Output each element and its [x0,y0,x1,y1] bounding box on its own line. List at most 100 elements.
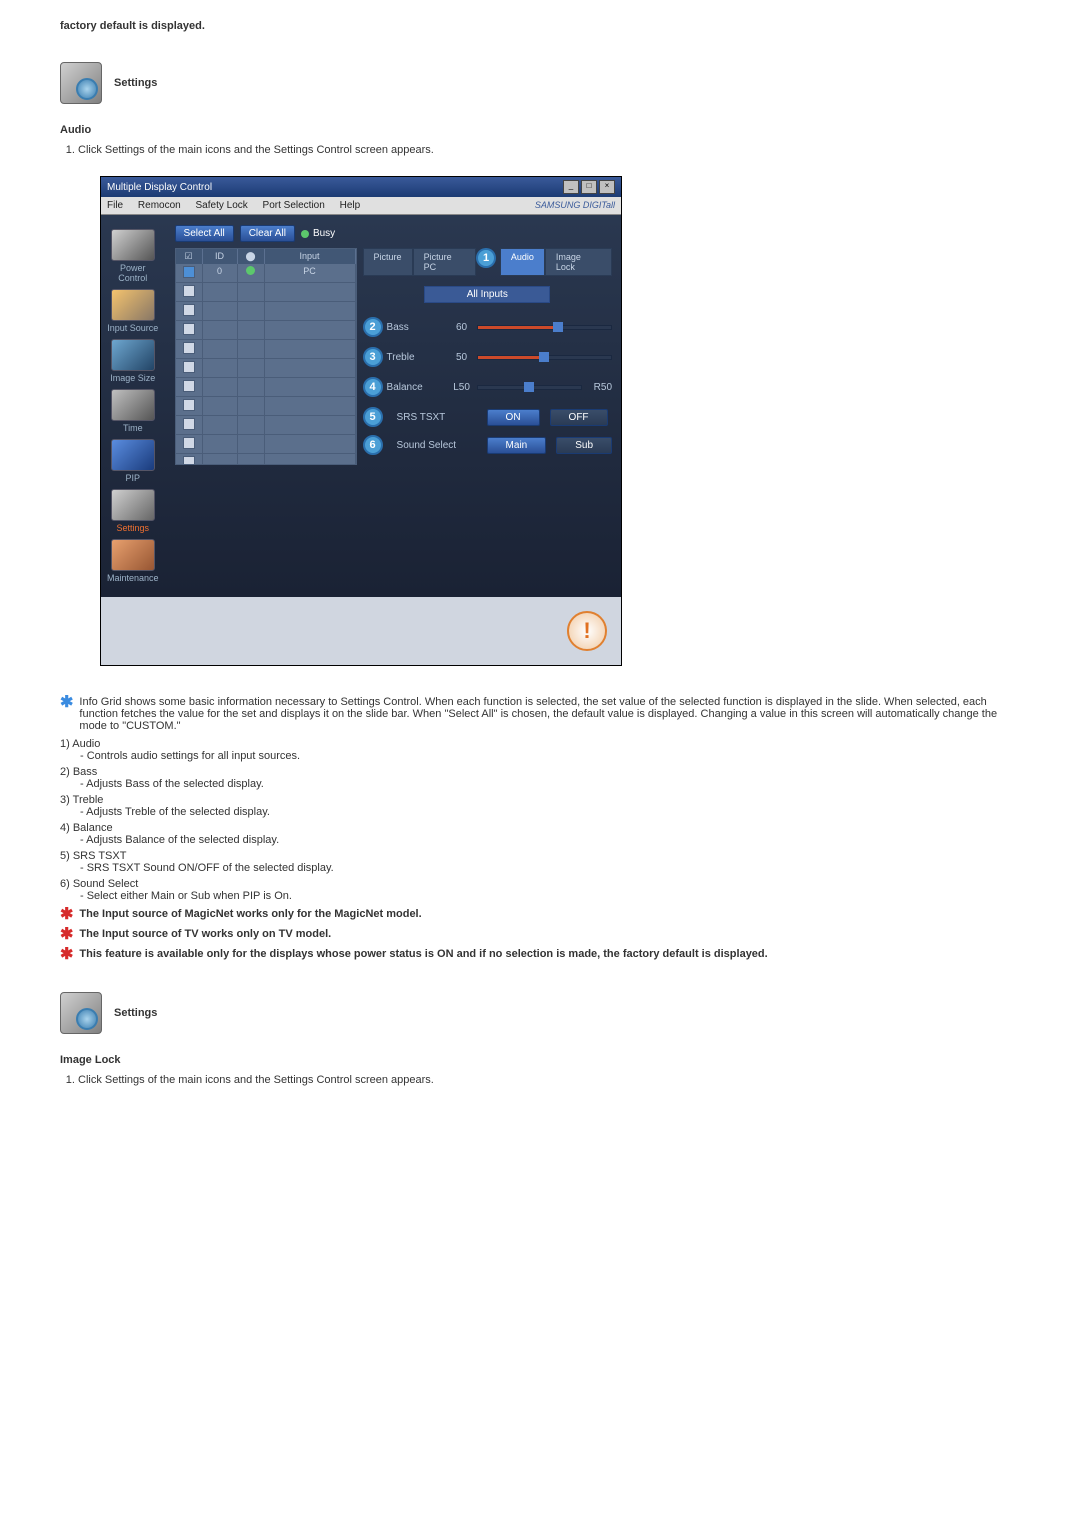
row-status-dot [246,266,255,275]
clear-all-button[interactable]: Clear All [240,225,295,242]
row-checkbox[interactable] [183,266,195,278]
settings-heading-1: Settings [60,62,1020,104]
grid-header-check[interactable]: ☑ [176,249,203,264]
sound-select-row: 6 Sound Select Main Sub [363,435,612,455]
settings-side-icon [111,489,155,521]
row-checkbox[interactable] [183,361,195,373]
row-checkbox[interactable] [183,342,195,354]
grid-body[interactable]: 0 PC [176,264,356,464]
srs-off-button[interactable]: OFF [550,409,608,426]
maximize-button[interactable]: □ [581,180,597,194]
info-grid-note: ✱ Info Grid shows some basic information… [60,696,1020,732]
row-checkbox[interactable] [183,418,195,430]
bass-slider[interactable] [477,325,612,330]
row-id: 0 [203,264,238,282]
sidebar-item-pip[interactable]: PIP [107,439,159,483]
power-icon [111,229,155,261]
balance-value-l: L50 [447,382,477,393]
info-grid-note-text: Info Grid shows some basic information n… [79,696,1020,732]
sidebar-item-input[interactable]: Input Source [107,289,159,333]
all-inputs-button[interactable]: All Inputs [424,286,550,303]
busy-indicator: Busy [301,228,335,239]
note-2: 2) Bass- Adjusts Bass of the selected di… [60,766,1020,790]
treble-value: 50 [447,352,477,363]
menu-remocon[interactable]: Remocon [138,200,181,211]
row-input: PC [265,264,356,282]
sidebar: Power Control Input Source Image Size Ti… [101,215,165,597]
grid-row-0[interactable]: 0 PC [176,264,356,283]
menu-safety-lock[interactable]: Safety Lock [196,200,248,211]
menu-help[interactable]: Help [340,200,361,211]
treble-slider[interactable] [477,355,612,360]
marker-4: 4 [363,377,383,397]
image-lock-steps: Click Settings of the main icons and the… [78,1074,1020,1086]
red-note-2-text: The Input source of TV works only on TV … [79,928,331,940]
menu-port-selection[interactable]: Port Selection [263,200,325,211]
balance-slider[interactable] [477,385,582,390]
select-all-button[interactable]: Select All [175,225,234,242]
tab-picture[interactable]: Picture [363,248,413,276]
settings-heading-2: Settings [60,992,1020,1034]
row-checkbox[interactable] [183,399,195,411]
srs-on-button[interactable]: ON [487,409,540,426]
note-1: 1) Audio- Controls audio settings for al… [60,738,1020,762]
tab-audio[interactable]: Audio [500,248,545,276]
sidebar-label-imgsize: Image Size [110,373,155,383]
sound-select-label: Sound Select [397,440,477,451]
close-button[interactable]: × [599,180,615,194]
bass-value: 60 [447,322,477,333]
bass-row: 2 Bass 60 [363,317,612,337]
row-checkbox[interactable] [183,456,195,464]
row-checkbox[interactable] [183,380,195,392]
red-note-3: ✱This feature is available only for the … [60,948,1020,962]
marker-1: 1 [476,248,496,268]
audio-steps: Click Settings of the main icons and the… [78,144,1020,156]
top-continuation-text: factory default is displayed. [60,20,1020,32]
sidebar-item-power[interactable]: Power Control [107,229,159,283]
row-checkbox[interactable] [183,304,195,316]
image-lock-subtitle: Image Lock [60,1054,1020,1066]
minimize-button[interactable]: _ [563,180,579,194]
sidebar-item-time[interactable]: Time [107,389,159,433]
sidebar-item-settings[interactable]: Settings [107,489,159,533]
sidebar-label-maint: Maintenance [107,573,159,583]
image-size-icon [111,339,155,371]
menu-file[interactable]: File [107,200,123,211]
star-icon: ✱ [60,696,73,710]
balance-value-r: R50 [582,382,612,393]
sidebar-label-input: Input Source [107,323,158,333]
input-icon [111,289,155,321]
pip-icon [111,439,155,471]
srs-row: 5 SRS TSXT ON OFF [363,407,612,427]
red-note-1: ✱The Input source of MagicNet works only… [60,908,1020,922]
settings-icon [60,62,102,104]
image-lock-step-1: Click Settings of the main icons and the… [78,1074,1020,1086]
srs-label: SRS TSXT [397,412,477,423]
row-checkbox[interactable] [183,437,195,449]
tab-picture-pc[interactable]: Picture PC [413,248,477,276]
balance-label: Balance [387,382,447,393]
marker-2: 2 [363,317,383,337]
heading-1-label: Settings [114,77,157,89]
grid-header-status: ⬤ [238,249,265,264]
treble-row: 3 Treble 50 [363,347,612,367]
sidebar-item-maintenance[interactable]: Maintenance [107,539,159,583]
row-checkbox[interactable] [183,285,195,297]
info-grid: ☑ ID ⬤ Input 0 PC [175,248,357,465]
row-checkbox[interactable] [183,323,195,335]
sound-main-button[interactable]: Main [487,437,547,454]
tab-image-lock[interactable]: Image Lock [545,248,612,276]
grid-header-id: ID [203,249,238,264]
sidebar-item-imgsize[interactable]: Image Size [107,339,159,383]
window-title: Multiple Display Control [107,182,212,193]
titlebar: Multiple Display Control _ □ × [101,177,621,197]
sound-sub-button[interactable]: Sub [556,437,612,454]
sidebar-label-power: Power Control [118,263,147,283]
settings-panel: Picture Picture PC 1 Audio Image Lock Al… [363,248,612,465]
brand-label: SAMSUNG DIGITall [535,200,615,211]
note-6: 6) Sound Select- Select either Main or S… [60,878,1020,902]
red-note-2: ✱The Input source of TV works only on TV… [60,928,1020,942]
window-controls: _ □ × [563,180,615,194]
settings-tabs: Picture Picture PC 1 Audio Image Lock [363,248,612,276]
maintenance-icon [111,539,155,571]
